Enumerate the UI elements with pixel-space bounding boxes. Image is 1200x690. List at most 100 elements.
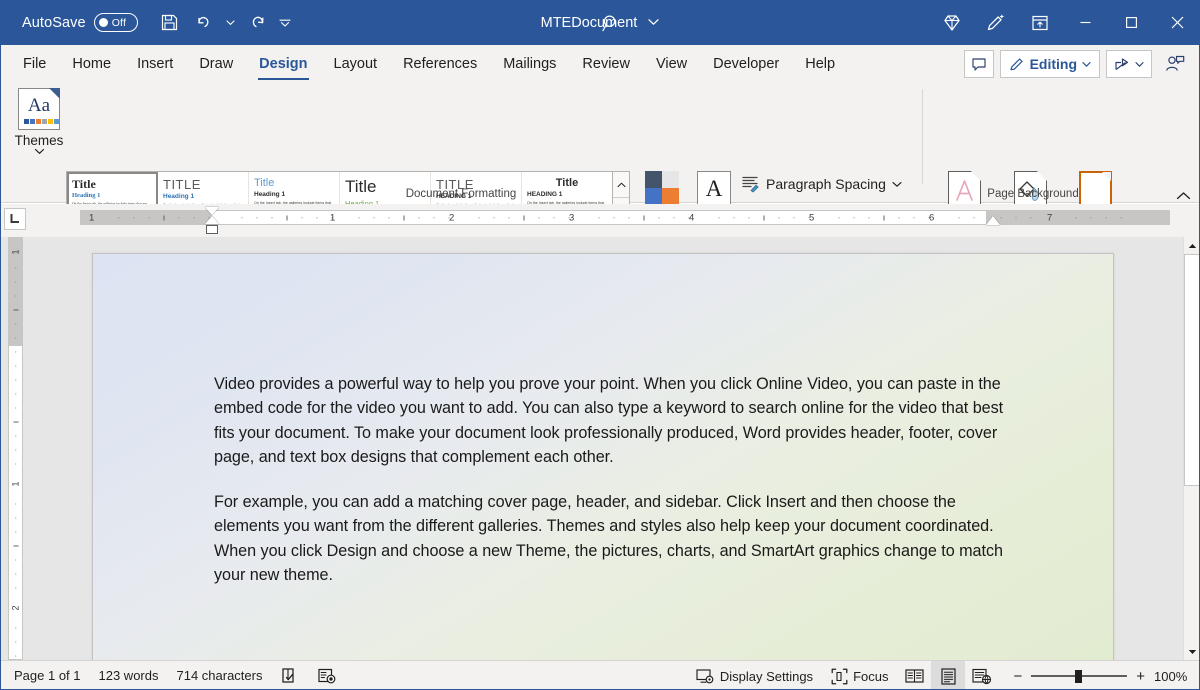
title-bar: AutoSave Off MTEDocument xyxy=(0,0,1200,45)
save-icon[interactable] xyxy=(154,8,186,38)
person-comment-icon xyxy=(1165,55,1185,73)
ribbon: Aa Themes Title Heading 1 On the Insert … xyxy=(0,83,1200,203)
ruler-mark-8: 7 xyxy=(1047,213,1052,223)
tab-layout[interactable]: Layout xyxy=(321,46,391,82)
editing-mode-button[interactable]: Editing xyxy=(1000,50,1100,78)
tab-developer[interactable]: Developer xyxy=(700,46,792,82)
ruler-mark-3: 2 xyxy=(449,213,454,223)
horizontal-ruler[interactable]: 1 1 2 3 4 5 6 7 xyxy=(80,210,1170,225)
display-settings-button[interactable]: Display Settings xyxy=(687,661,822,690)
document-title-chevron-icon[interactable] xyxy=(648,18,659,26)
accessibility-icon xyxy=(317,667,337,685)
tab-references[interactable]: References xyxy=(390,46,490,82)
right-indent-marker[interactable] xyxy=(986,216,1000,225)
ruler-mark-7: 6 xyxy=(929,213,934,223)
themes-icon-text: Aa xyxy=(28,96,50,115)
proofing-status-button[interactable] xyxy=(271,661,308,690)
undo-chevron-down-icon[interactable] xyxy=(222,8,240,38)
document-text-area[interactable]: Video provides a powerful way to help yo… xyxy=(214,372,1004,587)
scroll-down-arrow-icon[interactable] xyxy=(1184,643,1200,660)
minimize-button[interactable] xyxy=(1062,0,1108,45)
group-document-formatting: Aa Themes Title Heading 1 On the Insert … xyxy=(0,83,922,203)
word-count[interactable]: 123 words xyxy=(90,661,168,690)
document-paragraph-2: For example, you can add a matching cove… xyxy=(214,490,1004,587)
left-indent-marker[interactable] xyxy=(206,225,218,234)
paragraph-spacing-chevron-down-icon[interactable] xyxy=(892,181,902,188)
document-page[interactable]: Video provides a powerful way to help yo… xyxy=(92,253,1114,673)
themes-label: Themes xyxy=(15,133,64,148)
page-indicator[interactable]: Page 1 of 1 xyxy=(5,661,90,690)
share-chevron-down-icon xyxy=(1135,61,1144,68)
document-workspace: 1 1 2 Video provides a powerful way to h… xyxy=(0,237,1200,660)
zoom-out-button[interactable]: − xyxy=(1013,669,1022,684)
tab-view[interactable]: View xyxy=(643,46,700,82)
left-margin-zone xyxy=(81,211,212,224)
tab-design[interactable]: Design xyxy=(246,46,320,82)
print-layout-icon xyxy=(941,668,956,685)
autosave-knob xyxy=(99,18,108,27)
zoom-slider-handle[interactable] xyxy=(1075,670,1082,683)
tab-help[interactable]: Help xyxy=(792,46,848,82)
ruler-mark-4: 3 xyxy=(569,213,574,223)
redo-icon[interactable] xyxy=(242,8,274,38)
autosave-state: Off xyxy=(112,17,126,29)
vertical-ruler[interactable]: 1 1 2 xyxy=(8,237,23,660)
close-button[interactable] xyxy=(1154,0,1200,45)
display-settings-label: Display Settings xyxy=(720,669,813,684)
tab-stop-selector[interactable] xyxy=(4,208,26,230)
tab-mailings[interactable]: Mailings xyxy=(490,46,569,82)
focus-icon xyxy=(831,668,848,685)
zoom-slider[interactable] xyxy=(1031,670,1127,682)
tab-strip-right-controls: Editing xyxy=(964,45,1200,83)
focus-label: Focus xyxy=(853,669,888,684)
title-bar-right-controls xyxy=(930,0,1200,45)
zoom-controls: − + 100% xyxy=(999,669,1200,684)
group-page-background: Watermark Page Color Page Borders xyxy=(923,83,1200,203)
web-layout-button[interactable] xyxy=(965,661,999,690)
zoom-in-button[interactable]: + xyxy=(1136,669,1145,684)
share-button[interactable] xyxy=(1106,50,1152,78)
share-icon xyxy=(1114,57,1130,72)
themes-swatches xyxy=(24,119,59,124)
status-bar: Page 1 of 1 123 words 714 characters Dis… xyxy=(0,660,1200,690)
comment-icon xyxy=(971,57,987,72)
read-mode-icon xyxy=(905,668,924,684)
themes-button[interactable]: Aa Themes xyxy=(8,88,70,164)
scroll-up-arrow-icon[interactable] xyxy=(1184,237,1200,254)
tab-home[interactable]: Home xyxy=(59,46,124,82)
tab-draw[interactable]: Draw xyxy=(186,46,246,82)
first-line-indent-marker[interactable] xyxy=(205,207,219,215)
pencil-icon xyxy=(1009,56,1025,72)
autosave-switch[interactable]: Off xyxy=(94,13,138,32)
read-mode-button[interactable] xyxy=(897,661,931,690)
tab-insert[interactable]: Insert xyxy=(124,46,186,82)
accessibility-checker-button[interactable] xyxy=(308,661,346,690)
tab-review[interactable]: Review xyxy=(569,46,643,82)
print-layout-button[interactable] xyxy=(931,661,965,690)
maximize-button[interactable] xyxy=(1108,0,1154,45)
themes-chevron-down-icon[interactable] xyxy=(34,148,45,155)
vertical-scrollbar-thumb[interactable] xyxy=(1184,254,1200,486)
v-ruler-mark-top: 1 xyxy=(11,249,20,254)
collapse-ribbon-button[interactable] xyxy=(1176,191,1191,201)
undo-icon[interactable] xyxy=(188,8,220,38)
ribbon-display-options-icon[interactable] xyxy=(1018,0,1062,45)
quick-access-toolbar xyxy=(154,8,294,38)
v-ruler-mark-2: 2 xyxy=(11,605,20,610)
ruler-row: 1 1 2 3 4 5 6 7 xyxy=(0,204,1200,237)
diamond-icon[interactable] xyxy=(930,0,974,45)
autosave-label: AutoSave xyxy=(22,15,86,31)
comments-button[interactable] xyxy=(964,50,994,78)
customize-qat-icon[interactable] xyxy=(276,8,294,38)
pen-sparkle-icon[interactable] xyxy=(974,0,1018,45)
search-icon[interactable] xyxy=(596,8,626,38)
hanging-indent-marker[interactable] xyxy=(205,216,219,224)
autosave-toggle[interactable]: AutoSave Off xyxy=(22,13,138,32)
collaborators-button[interactable] xyxy=(1158,49,1192,79)
zoom-percentage[interactable]: 100% xyxy=(1154,669,1190,684)
focus-button[interactable]: Focus xyxy=(822,661,897,690)
vertical-scrollbar[interactable] xyxy=(1183,237,1200,660)
tab-file[interactable]: File xyxy=(10,46,59,82)
character-count[interactable]: 714 characters xyxy=(167,661,271,690)
display-settings-icon xyxy=(696,668,715,685)
